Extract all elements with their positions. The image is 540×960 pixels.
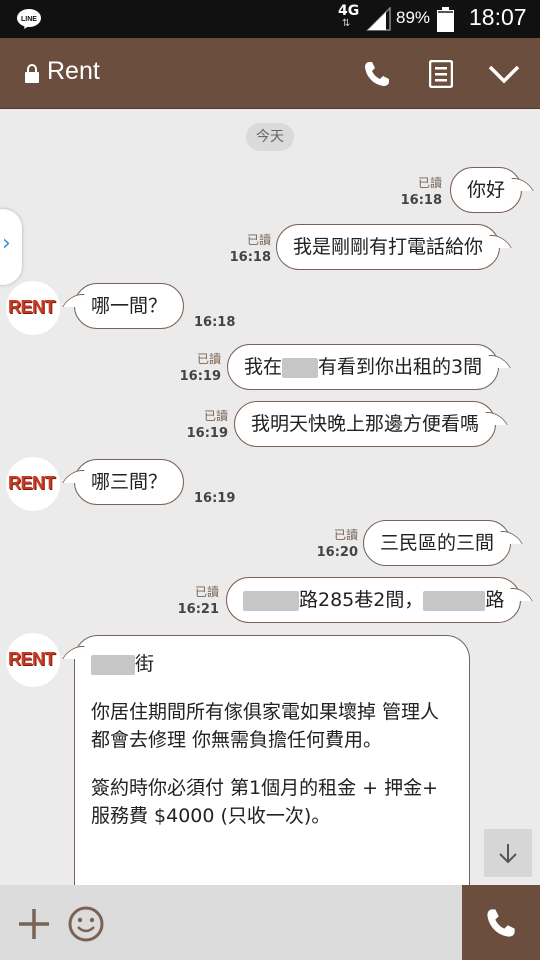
message-bubble[interactable]: 街 你居住期間所有傢俱家電如果壞掉 管理人都會去修理 你無需負擔任何費用。 簽約… bbox=[74, 635, 470, 885]
message-text-suffix: 街 bbox=[135, 653, 155, 675]
message-bubble[interactable]: 我明天快晚上那邊方便看嗎 bbox=[234, 401, 497, 447]
input-bar bbox=[0, 885, 540, 960]
scroll-to-bottom-button[interactable] bbox=[484, 829, 532, 877]
voice-call-button[interactable] bbox=[355, 52, 399, 96]
chat-header: Rent bbox=[0, 38, 540, 109]
message-bubble[interactable]: 我在 有看到你出租的3間 bbox=[227, 344, 500, 390]
signal-icon bbox=[366, 7, 391, 31]
avatar-text: RENT bbox=[8, 297, 56, 317]
message-text-before: 我在 bbox=[244, 356, 283, 378]
date-separator: 今天 bbox=[246, 123, 294, 151]
avatar-text: RENT bbox=[8, 649, 56, 669]
side-panel-tab[interactable]: › bbox=[0, 209, 22, 285]
message-meta: 已讀 16:19 bbox=[175, 351, 221, 385]
read-receipt: 已讀 bbox=[196, 352, 221, 366]
message-paragraph: 簽約時你必須付 第1個月的租金 + 押金+ 服務費 $4000 (只收一次)。 bbox=[91, 777, 439, 827]
message-paragraph: 你居住期間所有傢俱家電如果壞掉 管理人都會去修理 你無需負擔任何費用。 bbox=[91, 701, 440, 751]
message-line: 街 bbox=[91, 650, 453, 678]
status-bar: LINE 4G ⇅ 89% 18:07 bbox=[0, 0, 540, 38]
message-bubble[interactable]: 路285巷2間， 路 bbox=[226, 577, 522, 623]
message-time: 16:18 bbox=[400, 193, 442, 208]
chat-title: Rent bbox=[47, 57, 100, 85]
line-app-icon: LINE bbox=[17, 9, 41, 29]
battery-icon bbox=[437, 7, 454, 32]
lock-icon bbox=[25, 64, 39, 83]
message-bubble[interactable]: 我是剛剛有打電話給你 bbox=[276, 224, 501, 270]
message-text-mid: 路285巷2間， bbox=[299, 589, 424, 611]
arrow-down-icon bbox=[499, 844, 517, 864]
message-meta: 已讀 16:19 bbox=[182, 408, 228, 442]
read-receipt: 已讀 bbox=[333, 528, 358, 542]
message-text: 我明天快晚上那邊方便看嗎 bbox=[251, 413, 480, 435]
data-arrows-icon: ⇅ bbox=[342, 18, 350, 29]
message-text: 你好 bbox=[467, 179, 506, 201]
notes-button[interactable] bbox=[419, 52, 463, 96]
message-bubble[interactable]: 哪三間？ bbox=[74, 459, 185, 505]
message-meta: 已讀 16:18 bbox=[225, 232, 271, 266]
read-receipt: 已讀 bbox=[194, 585, 219, 599]
line-logo-text: LINE bbox=[21, 16, 37, 23]
message-time: 16:18 bbox=[194, 315, 236, 330]
sender-avatar[interactable]: RENT bbox=[6, 633, 60, 687]
message-time: 16:18 bbox=[229, 250, 271, 265]
message-text-after: 有看到你出租的3間 bbox=[318, 356, 483, 378]
message-time: 16:19 bbox=[186, 426, 228, 441]
message-time: 16:21 bbox=[177, 602, 219, 617]
clock: 18:07 bbox=[469, 4, 527, 30]
sender-avatar[interactable]: RENT bbox=[6, 281, 60, 335]
message-time: 16:20 bbox=[316, 545, 358, 560]
phone-icon bbox=[365, 62, 389, 86]
read-receipt: 已讀 bbox=[246, 233, 271, 247]
message-meta: 已讀 16:18 bbox=[396, 175, 442, 209]
redacted-text bbox=[243, 590, 299, 611]
call-button[interactable] bbox=[462, 885, 540, 960]
message-bubble[interactable]: 你好 bbox=[450, 167, 523, 213]
message-text-end: 路 bbox=[485, 589, 505, 611]
read-receipt: 已讀 bbox=[417, 176, 442, 190]
redacted-text bbox=[282, 357, 319, 378]
avatar-text: RENT bbox=[8, 473, 56, 493]
read-receipt: 已讀 bbox=[203, 409, 228, 423]
emoji-icon[interactable] bbox=[67, 905, 105, 943]
message-time: 16:19 bbox=[179, 369, 221, 384]
plus-icon[interactable] bbox=[17, 907, 51, 941]
message-time: 16:19 bbox=[194, 491, 236, 506]
menu-expand-button[interactable] bbox=[482, 52, 526, 96]
notes-icon bbox=[429, 60, 453, 88]
chat-area[interactable]: 今天 › 已讀 16:18 你好 已讀 16:18 我是剛剛有打電話給你 REN… bbox=[0, 109, 540, 885]
message-text: 我是剛剛有打電話給你 bbox=[293, 236, 484, 258]
battery-percent: 89% bbox=[396, 8, 431, 27]
call-icon bbox=[487, 908, 515, 937]
network-type: 4G bbox=[338, 3, 360, 19]
redacted-text bbox=[423, 590, 486, 611]
message-bubble[interactable]: 三民區的三間 bbox=[363, 520, 512, 566]
message-bubble[interactable]: 哪一間？ bbox=[74, 283, 185, 329]
chevron-right-icon: › bbox=[2, 231, 11, 256]
message-meta: 已讀 16:20 bbox=[312, 527, 358, 561]
message-text: 哪一間？ bbox=[91, 295, 168, 317]
chevron-down-icon bbox=[488, 65, 520, 84]
message-text: 三民區的三間 bbox=[380, 532, 495, 554]
sender-avatar[interactable]: RENT bbox=[6, 457, 60, 511]
message-text: 哪三間？ bbox=[91, 471, 168, 493]
message-meta: 已讀 16:21 bbox=[173, 584, 219, 618]
redacted-text bbox=[91, 654, 135, 675]
